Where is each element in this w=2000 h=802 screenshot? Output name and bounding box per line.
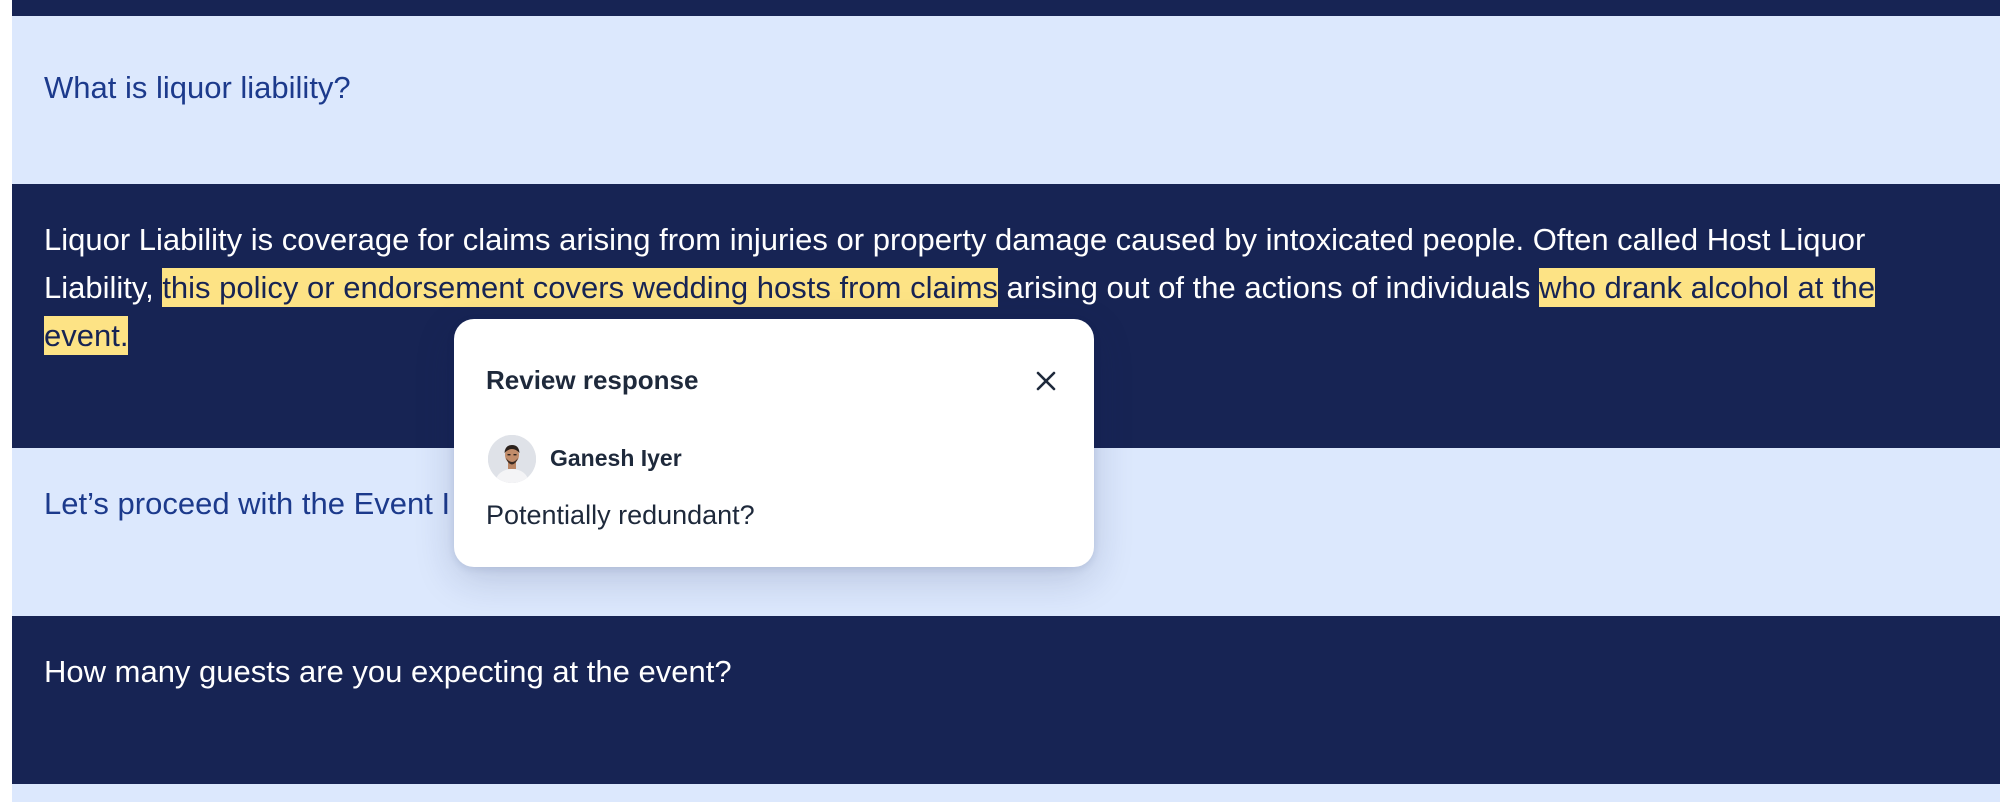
close-icon[interactable] — [1030, 365, 1062, 397]
chat-transcript: What is liquor liability? Liquor Liabili… — [0, 0, 2000, 802]
next-message-strip — [12, 784, 2000, 802]
question-text: What is liquor liability? — [44, 70, 351, 105]
message-question-guest-count: How many guests are you expecting at the… — [12, 616, 2000, 784]
highlighted-text-1[interactable]: this policy or endorsement covers weddin… — [162, 268, 998, 307]
avatar — [488, 435, 536, 483]
message-question-liquor-liability: What is liquor liability? — [12, 16, 2000, 184]
review-response-popover: Review response Ganesh Iyer Potentially … — [454, 319, 1094, 567]
previous-message-strip — [12, 0, 2000, 16]
review-comment: Potentially redundant? — [486, 500, 755, 530]
popover-title: Review response — [486, 365, 699, 395]
answer-text-part-2: arising out of the actions of individual… — [997, 270, 1540, 305]
reviewer-name: Ganesh Iyer — [550, 445, 682, 471]
question-text: How many guests are you expecting at the… — [44, 654, 732, 689]
